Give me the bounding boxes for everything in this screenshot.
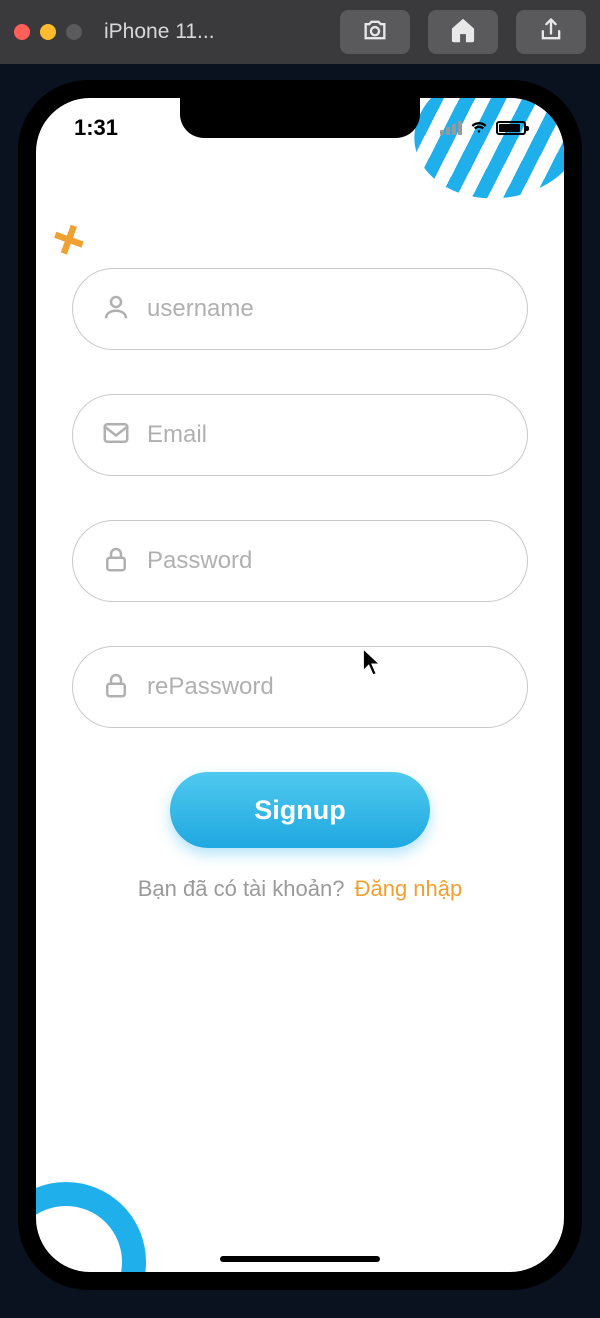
login-prompt: Bạn đã có tài khoản? Đăng nhập [72,876,528,902]
mail-icon [101,418,131,453]
home-button[interactable] [428,10,498,54]
signup-button[interactable]: Signup [170,772,430,848]
signup-form: Signup Bạn đã có tài khoản? Đăng nhập [36,268,564,902]
wifi-icon [469,118,489,139]
repassword-field-wrapper[interactable] [72,646,528,728]
window-close-button[interactable] [14,24,30,40]
email-input[interactable] [147,421,499,449]
share-button[interactable] [516,10,586,54]
window-minimize-button[interactable] [40,24,56,40]
decorative-plus-icon: + [42,202,97,277]
password-input[interactable] [147,547,499,575]
share-icon [537,16,565,49]
login-link[interactable]: Đăng nhập [355,876,463,901]
username-input[interactable] [147,295,499,323]
mouse-cursor [362,648,384,678]
repassword-input[interactable] [147,673,499,701]
battery-icon [496,121,526,135]
simulator-toolbar: iPhone 11... [0,0,600,64]
lock-icon [101,670,131,705]
window-zoom-button[interactable] [66,24,82,40]
camera-icon [361,16,389,49]
status-time: 1:31 [74,115,118,141]
username-field-wrapper[interactable] [72,268,528,350]
signal-icon [440,121,462,135]
simulator-title: iPhone 11... [104,20,215,44]
login-prompt-text: Bạn đã có tài khoản? [138,876,345,901]
phone-frame: 1:31 + [18,80,582,1290]
phone-screen: 1:31 + [36,98,564,1272]
status-indicators [440,118,526,139]
user-icon [101,292,131,327]
lock-icon [101,544,131,579]
home-icon [449,16,477,49]
home-indicator[interactable] [220,1256,380,1262]
screenshot-button[interactable] [340,10,410,54]
password-field-wrapper[interactable] [72,520,528,602]
decorative-circle [36,1182,146,1272]
window-traffic-lights [14,24,82,40]
email-field-wrapper[interactable] [72,394,528,476]
phone-notch [180,98,420,138]
